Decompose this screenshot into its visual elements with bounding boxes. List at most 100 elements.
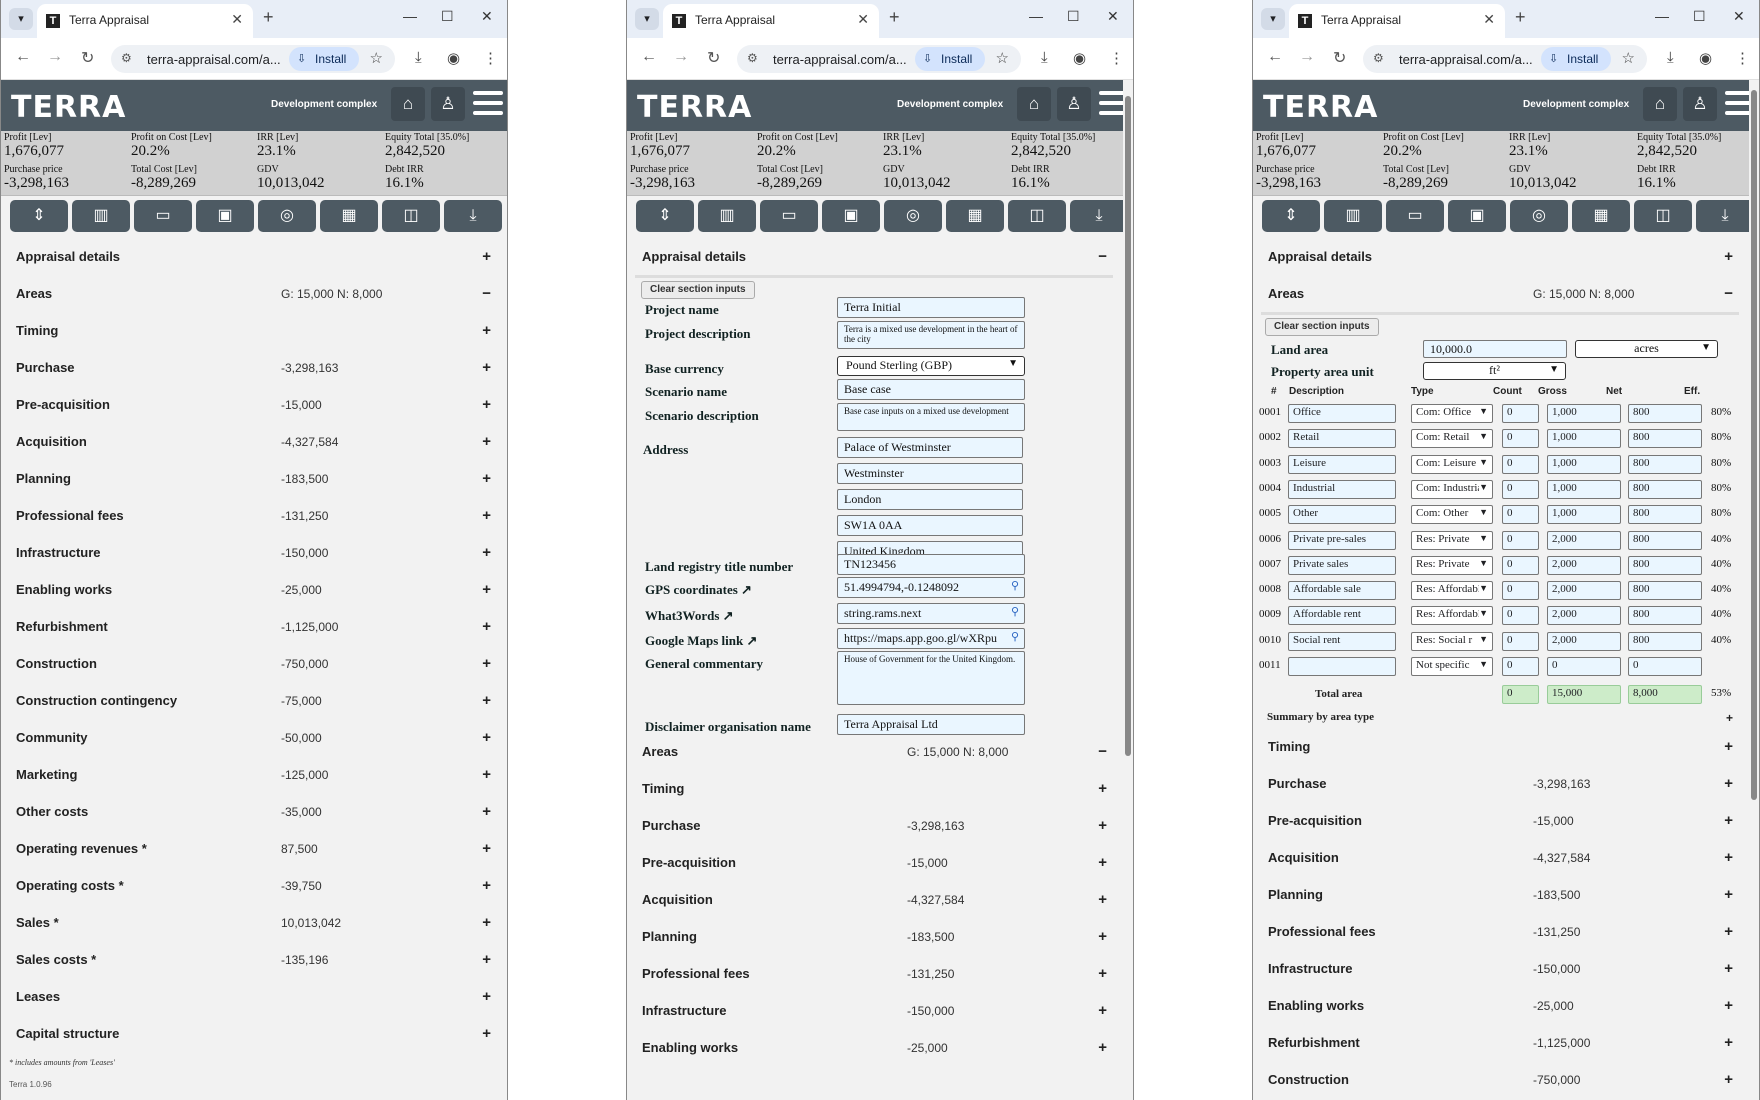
target-icon[interactable]: ◎ (1510, 200, 1568, 232)
profile-icon[interactable]: ◉ (1073, 49, 1086, 67)
target-icon[interactable]: ◎ (258, 200, 316, 232)
area-type-select[interactable]: Res: Private ▼ (1411, 555, 1493, 575)
browser-tab[interactable]: T Terra Appraisal ✕ (1289, 4, 1505, 38)
section-toggle-icon[interactable]: + (482, 766, 491, 783)
land-area-unit-select[interactable]: acres ▼ (1575, 340, 1718, 358)
area-count-field[interactable]: 0 (1502, 631, 1539, 651)
maximize-icon[interactable]: ☐ (441, 8, 454, 25)
section-toggle-icon[interactable]: + (1724, 923, 1733, 940)
section-toggle-icon[interactable]: + (1098, 817, 1107, 834)
section-row[interactable]: Acquisition -4,327,584 + (1253, 840, 1749, 877)
section-row[interactable]: Timing + (1, 313, 507, 350)
back-icon[interactable]: ← (15, 48, 31, 66)
area-net-field[interactable]: 0 (1628, 657, 1702, 676)
section-row[interactable]: Operating costs * -39,750 + (1, 868, 507, 905)
open-folder-icon[interactable]: ▭ (1386, 200, 1444, 232)
section-toggle-icon[interactable]: − (482, 285, 491, 302)
section-toggle-icon[interactable]: + (1098, 780, 1107, 797)
area-count-field[interactable]: 0 (1502, 505, 1539, 525)
section-toggle-icon[interactable]: + (482, 433, 491, 450)
area-net-field[interactable]: 800 (1628, 479, 1702, 499)
area-net-field[interactable]: 800 (1628, 606, 1702, 626)
new-tab-icon[interactable]: + (1515, 7, 1526, 28)
section-row[interactable]: Sales costs * -135,196 + (1, 942, 507, 979)
area-description-field[interactable]: Industrial (1288, 479, 1396, 499)
area-gross-field[interactable]: 2,000 (1547, 530, 1621, 550)
section-row[interactable]: Planning -183,500 + (627, 919, 1123, 956)
area-net-field[interactable]: 800 (1628, 404, 1702, 423)
browser-menu-icon[interactable]: ⋮ (483, 49, 498, 67)
area-count-field[interactable]: 0 (1502, 555, 1539, 575)
tab-search-icon[interactable]: ▾ (1261, 8, 1285, 30)
scrollbar[interactable] (1124, 82, 1132, 1098)
target-icon[interactable]: ◎ (884, 200, 942, 232)
search-icon[interactable]: ⚲ (1011, 605, 1019, 618)
area-count-field[interactable]: 0 (1502, 454, 1539, 474)
area-net-field[interactable]: 800 (1628, 555, 1702, 575)
site-info-icon[interactable]: ⚙ (1373, 51, 1384, 65)
project-description-field[interactable]: Terra is a mixed use development in the … (837, 321, 1025, 349)
section-toggle-icon[interactable]: + (482, 618, 491, 635)
area-description-field[interactable]: Private sales (1288, 555, 1396, 575)
section-toggle-icon[interactable]: + (1724, 248, 1733, 265)
section-toggle-icon[interactable]: + (482, 655, 491, 672)
area-gross-field[interactable]: 2,000 (1547, 555, 1621, 575)
section-row[interactable]: Enabling works -25,000 + (1253, 988, 1749, 1025)
scenario-name-field[interactable]: Base case (837, 379, 1025, 400)
section-row[interactable]: Other costs -35,000 + (1, 794, 507, 831)
section-row[interactable]: Acquisition -4,327,584 + (627, 882, 1123, 919)
section-toggle-icon[interactable]: + (482, 914, 491, 931)
section-row[interactable]: Leases + (1, 979, 507, 1016)
section-row[interactable]: Areas G: 15,000 N: 8,000 − (1, 276, 507, 313)
user-button[interactable]: ♙ (1057, 87, 1091, 121)
section-row[interactable]: Appraisal details + (1253, 239, 1749, 276)
reload-icon[interactable]: ↻ (707, 48, 720, 68)
area-description-field[interactable]: Office (1288, 404, 1396, 423)
downloads-icon[interactable]: ⤓ (415, 49, 422, 66)
section-row[interactable]: Acquisition -4,327,584 + (1, 424, 507, 461)
collapse-icon[interactable]: − (1098, 248, 1107, 265)
scrollbar-thumb[interactable] (1751, 90, 1757, 800)
hamburger-menu-icon[interactable] (1099, 91, 1123, 117)
install-button[interactable]: ⇩ Install (915, 47, 985, 71)
home-button[interactable]: ⌂ (1643, 87, 1677, 121)
chart-icon[interactable]: ▥ (1324, 200, 1382, 232)
disclaimer-field[interactable]: Terra Appraisal Ltd (837, 714, 1025, 735)
section-row[interactable]: Timing + (627, 771, 1123, 808)
chart-icon[interactable]: ▥ (698, 200, 756, 232)
section-row[interactable]: Enabling works -25,000 + (627, 1030, 1123, 1067)
general-commentary-field[interactable]: House of Government for the United Kingd… (837, 651, 1025, 705)
layout-icon[interactable]: ◫ (1634, 200, 1692, 232)
profile-icon[interactable]: ◉ (1699, 49, 1712, 67)
section-row[interactable]: Areas G: 15,000 N: 8,000 − (627, 734, 1123, 771)
area-net-field[interactable]: 800 (1628, 631, 1702, 651)
area-count-field[interactable]: 0 (1502, 581, 1539, 601)
install-button[interactable]: ⇩ Install (289, 47, 359, 71)
section-toggle-icon[interactable]: + (1098, 1039, 1107, 1056)
close-window-icon[interactable]: ✕ (1107, 8, 1119, 25)
downloads-icon[interactable]: ⤓ (1041, 49, 1048, 66)
section-toggle-icon[interactable]: + (1098, 891, 1107, 908)
section-row[interactable]: Planning -183,500 + (1, 461, 507, 498)
omnibox[interactable]: ⚙ terra-appraisal.com/a... ⇩ Install ☆ (111, 45, 395, 73)
forward-icon[interactable]: → (47, 48, 63, 66)
google-maps-field[interactable]: https://maps.app.goo.gl/wXRpu (837, 628, 1025, 649)
section-toggle-icon[interactable]: + (1098, 965, 1107, 982)
bookmark-star-icon[interactable]: ☆ (1622, 49, 1635, 67)
area-count-field[interactable]: 0 (1502, 479, 1539, 499)
area-count-field[interactable]: 0 (1502, 429, 1539, 449)
omnibox[interactable]: ⚙ terra-appraisal.com/a... ⇩ Install ☆ (737, 45, 1021, 73)
area-net-field[interactable]: 800 (1628, 530, 1702, 550)
tab-search-icon[interactable]: ▾ (9, 8, 33, 30)
save-icon[interactable]: ▣ (196, 200, 254, 232)
what3words-field[interactable]: string.rams.next (837, 603, 1025, 624)
close-tab-icon[interactable]: ✕ (231, 11, 243, 28)
area-description-field[interactable]: Leisure (1288, 454, 1396, 474)
minimize-icon[interactable]: — (1655, 8, 1669, 24)
section-row[interactable]: Professional fees -131,250 + (1, 498, 507, 535)
address-line-field[interactable]: Palace of Westminster (837, 437, 1023, 458)
home-button[interactable]: ⌂ (1017, 87, 1051, 121)
section-toggle-icon[interactable]: + (482, 951, 491, 968)
area-gross-field[interactable]: 1,000 (1547, 505, 1621, 525)
section-toggle-icon[interactable]: + (482, 803, 491, 820)
